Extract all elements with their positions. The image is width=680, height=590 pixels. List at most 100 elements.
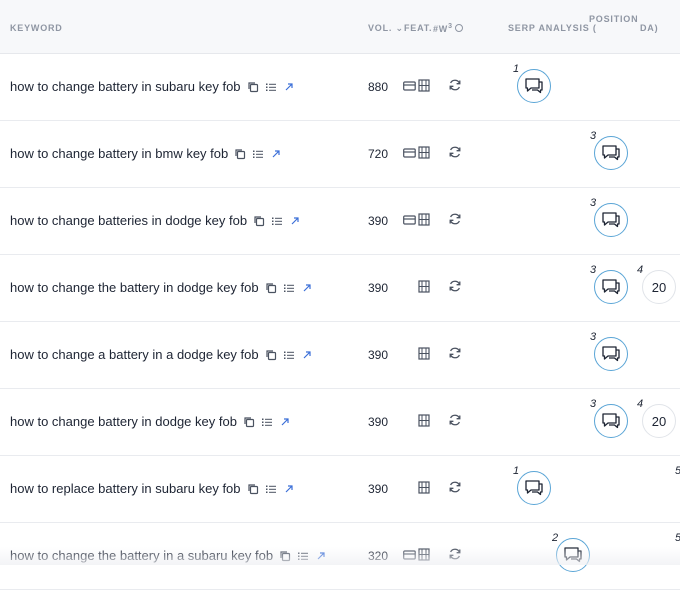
col-keyword-header[interactable]: KEYWORD — [10, 23, 63, 33]
serp-forum-bubble[interactable] — [594, 337, 628, 371]
copy-icon[interactable] — [279, 550, 291, 562]
copy-icon[interactable] — [247, 483, 259, 495]
keyword-cell: how to change batteries in dodge key fob — [10, 213, 301, 228]
volume-value: 390 — [368, 482, 389, 496]
external-link-icon[interactable] — [270, 148, 282, 160]
refresh-icon[interactable] — [448, 279, 462, 293]
keyword-cell: how to change the battery in dodge key f… — [10, 280, 313, 295]
info-icon[interactable] — [455, 24, 463, 32]
external-link-icon[interactable] — [289, 215, 301, 227]
refresh-icon[interactable] — [448, 145, 462, 159]
chat-icon — [601, 412, 621, 430]
serp-position-number: 5 — [675, 532, 680, 544]
copy-icon[interactable] — [247, 81, 259, 93]
serp-features — [403, 347, 430, 365]
video-results-icon[interactable] — [418, 213, 430, 231]
featured-snippet-icon[interactable] — [403, 146, 416, 164]
col-w-sup: 3 — [448, 23, 453, 30]
chat-icon — [601, 345, 621, 363]
keyword-text[interactable]: how to change the battery in a subaru ke… — [10, 548, 273, 563]
video-results-icon[interactable] — [418, 79, 430, 97]
serp-features — [403, 414, 430, 432]
keyword-cell: how to replace battery in subaru key fob — [10, 481, 295, 496]
col-w-header[interactable]: #W3 — [433, 23, 453, 34]
domain-authority-badge[interactable]: 20 — [642, 270, 676, 304]
serp-forum-bubble[interactable] — [594, 270, 628, 304]
refresh-icon[interactable] — [448, 212, 462, 226]
serp-forum-bubble[interactable] — [594, 404, 628, 438]
keyword-text[interactable]: how to change battery in subaru key fob — [10, 79, 241, 94]
copy-icon[interactable] — [265, 349, 277, 361]
copy-icon[interactable] — [243, 416, 255, 428]
keyword-text[interactable]: how to change batteries in dodge key fob — [10, 213, 247, 228]
video-results-icon[interactable] — [418, 548, 430, 566]
col-vol-header[interactable]: VOL. ⌄ — [368, 23, 404, 34]
chat-icon — [524, 479, 544, 497]
keyword-cell: how to change battery in dodge key fob — [10, 414, 291, 429]
serp-forum-bubble[interactable] — [594, 203, 628, 237]
keyword-text[interactable]: how to change a battery in a dodge key f… — [10, 347, 259, 362]
copy-icon[interactable] — [234, 148, 246, 160]
video-results-icon[interactable] — [418, 481, 430, 499]
refresh-icon[interactable] — [448, 547, 462, 561]
external-link-icon[interactable] — [283, 483, 295, 495]
list-icon[interactable] — [261, 416, 273, 428]
list-icon[interactable] — [252, 148, 264, 160]
col-feat-header[interactable]: FEAT. — [404, 23, 432, 33]
serp-forum-bubble[interactable] — [517, 471, 551, 505]
copy-icon[interactable] — [265, 282, 277, 294]
video-results-icon[interactable] — [418, 414, 430, 432]
serp-forum-bubble[interactable] — [594, 136, 628, 170]
video-results-icon[interactable] — [418, 347, 430, 365]
serp-features — [403, 146, 430, 164]
featured-snippet-icon[interactable] — [403, 548, 416, 566]
list-icon[interactable] — [283, 282, 295, 294]
keyword-cell: how to change a battery in a dodge key f… — [10, 347, 313, 362]
serp-features — [403, 280, 430, 298]
list-icon[interactable] — [297, 550, 309, 562]
table-header: KEYWORD VOL. ⌄ FEAT. #W3 SERP ANALYSIS (… — [0, 0, 680, 54]
keyword-cell: how to change battery in bmw key fob — [10, 146, 282, 161]
volume-value: 880 — [368, 80, 389, 94]
keyword-text[interactable]: how to change battery in dodge key fob — [10, 414, 237, 429]
serp-forum-bubble[interactable] — [517, 69, 551, 103]
keyword-text[interactable]: how to change the battery in dodge key f… — [10, 280, 259, 295]
serp-position-number: 5 — [675, 465, 680, 477]
refresh-icon[interactable] — [448, 413, 462, 427]
keyword-text[interactable]: how to change battery in bmw key fob — [10, 146, 228, 161]
serp-position-number: 3 — [590, 331, 597, 343]
external-link-icon[interactable] — [283, 81, 295, 93]
keyword-text[interactable]: how to replace battery in subaru key fob — [10, 481, 241, 496]
list-icon[interactable] — [283, 349, 295, 361]
external-link-icon[interactable] — [301, 282, 313, 294]
serp-features — [403, 481, 430, 499]
refresh-icon[interactable] — [448, 78, 462, 92]
sort-chevron-icon[interactable]: ⌄ — [396, 23, 404, 33]
video-results-icon[interactable] — [418, 280, 430, 298]
list-icon[interactable] — [265, 483, 277, 495]
col-position-header: POSITION — [589, 14, 639, 24]
domain-authority-badge[interactable]: 20 — [642, 404, 676, 438]
chat-icon — [563, 546, 583, 564]
volume-value: 720 — [368, 147, 389, 161]
volume-value: 390 — [368, 281, 389, 295]
video-results-icon[interactable] — [418, 146, 430, 164]
volume-value: 390 — [368, 214, 389, 228]
external-link-icon[interactable] — [301, 349, 313, 361]
refresh-icon[interactable] — [448, 480, 462, 494]
serp-forum-bubble[interactable] — [556, 538, 590, 572]
featured-snippet-icon[interactable] — [403, 213, 416, 231]
serp-features — [403, 548, 430, 566]
featured-snippet-icon[interactable] — [403, 79, 416, 97]
list-icon[interactable] — [265, 81, 277, 93]
chat-icon — [601, 211, 621, 229]
external-link-icon[interactable] — [279, 416, 291, 428]
table-row: how to replace battery in subaru key fob… — [0, 455, 680, 523]
external-link-icon[interactable] — [315, 550, 327, 562]
col-vol-label: VOL. — [368, 23, 393, 33]
copy-icon[interactable] — [253, 215, 265, 227]
col-serp-header: SERP ANALYSIS ( — [508, 23, 597, 33]
refresh-icon[interactable] — [448, 346, 462, 360]
serp-position-number: 4 — [637, 398, 644, 410]
list-icon[interactable] — [271, 215, 283, 227]
